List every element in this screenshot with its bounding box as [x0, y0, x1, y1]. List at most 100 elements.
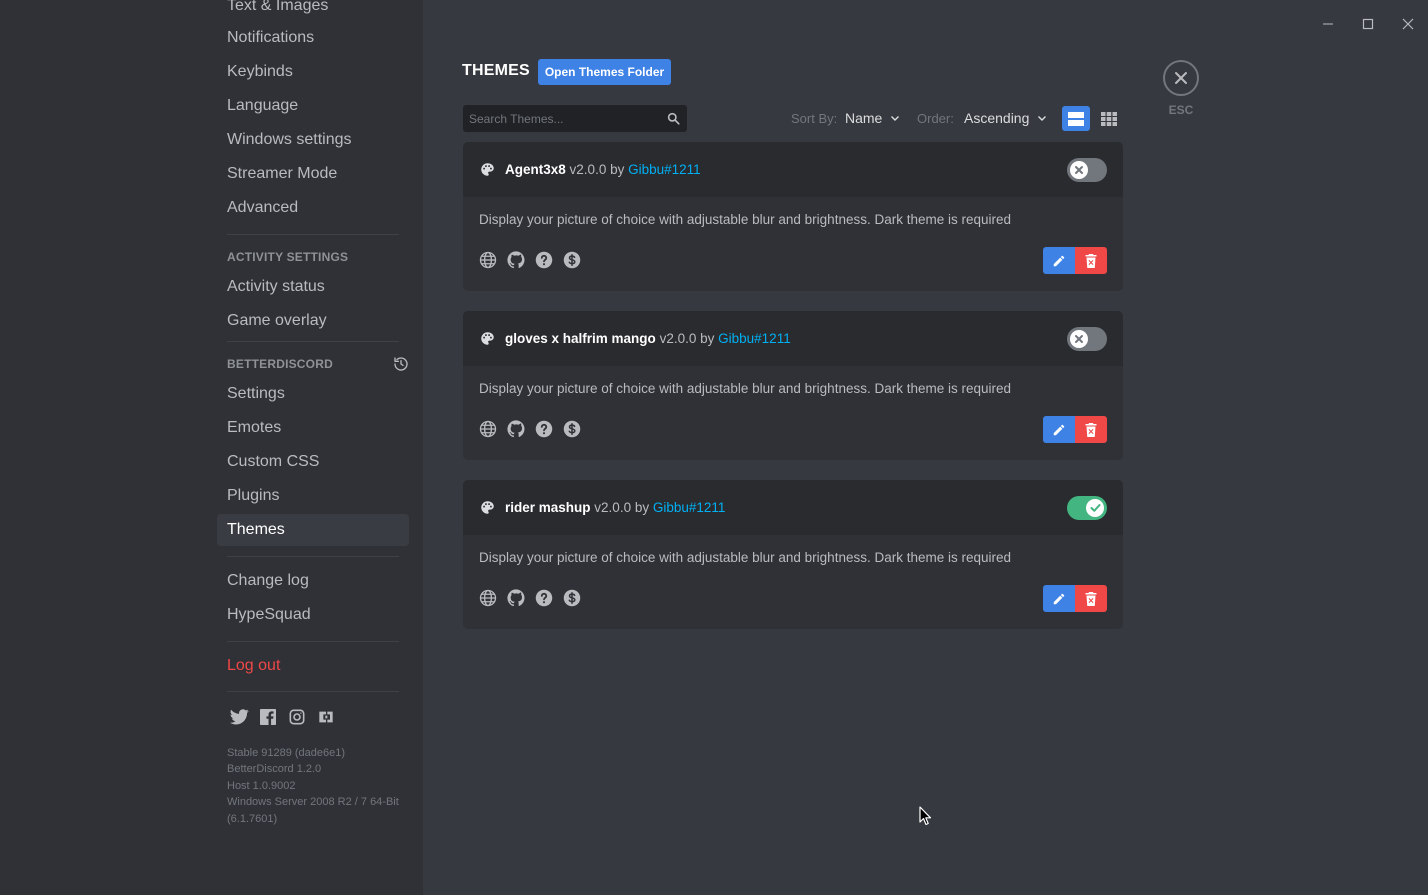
theme-card-header: rider mashup v2.0.0 by Gibbu#1211 [463, 480, 1123, 535]
sidebar-item-advanced[interactable]: Advanced [217, 192, 409, 224]
pencil-icon [1053, 424, 1065, 435]
palette-icon [481, 332, 494, 345]
sidebar-divider [227, 234, 399, 235]
trash-icon [1085, 591, 1097, 606]
trash-icon [1085, 253, 1097, 268]
pencil-icon [1053, 255, 1065, 266]
order-select[interactable]: Ascending [964, 108, 1047, 128]
sort-by-select[interactable]: Name [845, 108, 900, 128]
social-links [229, 707, 336, 727]
sidebar-item-hypesquad[interactable]: HypeSquad [217, 599, 409, 631]
delete-theme-button[interactable] [1075, 247, 1107, 274]
open-themes-folder-button[interactable]: Open Themes Folder [538, 59, 671, 85]
donate-icon[interactable] [563, 251, 581, 269]
github-icon[interactable] [507, 251, 525, 269]
website-icon[interactable] [479, 589, 497, 607]
theme-enable-toggle[interactable] [1067, 496, 1107, 520]
donate-icon[interactable] [563, 420, 581, 438]
theme-enable-toggle[interactable] [1067, 327, 1107, 351]
theme-author-link[interactable]: Gibbu#1211 [628, 162, 701, 177]
theme-name: gloves x halfrim mango [505, 331, 656, 346]
theme-title: rider mashup v2.0.0 by Gibbu#1211 [505, 500, 725, 515]
theme-card-header: Agent3x8 v2.0.0 by Gibbu#1211 [463, 142, 1123, 197]
history-icon[interactable] [393, 356, 409, 372]
sidebar-item-language[interactable]: Language [217, 90, 409, 122]
sidebar-divider [227, 556, 399, 557]
sidebar-item-change-log[interactable]: Change log [217, 565, 409, 597]
help-icon[interactable] [535, 420, 553, 438]
activity-settings-header: ACTIVITY SETTINGS [227, 250, 349, 264]
theme-author-link[interactable]: Gibbu#1211 [653, 500, 726, 515]
sidebar-item-game-overlay[interactable]: Game overlay [217, 305, 409, 337]
theme-name: rider mashup [505, 500, 591, 515]
theme-name: Agent3x8 [505, 162, 566, 177]
theme-author-link[interactable]: Gibbu#1211 [718, 331, 791, 346]
grid-view-icon [1101, 111, 1117, 126]
close-icon [1175, 72, 1187, 84]
close-settings-button[interactable] [1163, 60, 1199, 96]
version-line: Stable 91289 (dade6e1) [227, 747, 346, 759]
facebook-icon[interactable] [258, 707, 278, 727]
version-line: BetterDiscord 1.2.0 [227, 763, 322, 776]
version-line: Host 1.0.9002 [227, 779, 296, 792]
search-input[interactable] [463, 105, 663, 132]
theme-links [479, 420, 581, 438]
logout-button[interactable]: Log out [217, 650, 409, 682]
trash-icon [1085, 422, 1097, 437]
help-icon[interactable] [535, 251, 553, 269]
theme-version: v2.0.0 [594, 500, 632, 515]
website-icon[interactable] [479, 420, 497, 438]
github-icon[interactable] [507, 420, 525, 438]
chevron-down-icon [1038, 116, 1047, 121]
theme-links [479, 589, 581, 607]
order-value: Ascending [964, 110, 1030, 126]
theme-description: Display your picture of choice with adju… [479, 550, 1012, 565]
order-label: Order: [917, 111, 954, 126]
sidebar-item-themes[interactable]: Themes [217, 514, 409, 546]
edit-theme-button[interactable] [1043, 585, 1075, 612]
website-icon[interactable] [479, 251, 497, 269]
theme-actions [1043, 247, 1107, 274]
list-view-button[interactable] [1062, 106, 1090, 131]
delete-theme-button[interactable] [1075, 585, 1107, 612]
discord-merch-icon[interactable] [316, 707, 336, 727]
sidebar-item-text-images[interactable]: Text & Images [217, 0, 409, 22]
page-title: THEMES [462, 62, 530, 79]
sidebar-item-custom-css[interactable]: Custom CSS [217, 446, 409, 478]
delete-theme-button[interactable] [1075, 416, 1107, 443]
sidebar-item-windows-settings[interactable]: Windows settings [217, 124, 409, 156]
twitter-icon[interactable] [229, 707, 249, 727]
sidebar-item-keybinds[interactable]: Keybinds [217, 56, 409, 88]
help-icon[interactable] [535, 589, 553, 607]
instagram-icon[interactable] [287, 707, 307, 727]
theme-title: Agent3x8 v2.0.0 by Gibbu#1211 [505, 162, 701, 177]
theme-version: v2.0.0 [569, 162, 607, 177]
grid-view-button[interactable] [1095, 106, 1123, 131]
edit-theme-button[interactable] [1043, 416, 1075, 443]
sidebar-item-streamer-mode[interactable]: Streamer Mode [217, 158, 409, 190]
theme-description: Display your picture of choice with adju… [479, 212, 1012, 227]
window-close-icon[interactable] [1398, 14, 1418, 34]
theme-card: Agent3x8 v2.0.0 by Gibbu#1211 Display yo… [463, 142, 1123, 291]
edit-theme-button[interactable] [1043, 247, 1075, 274]
maximize-icon[interactable] [1358, 14, 1378, 34]
github-icon[interactable] [507, 589, 525, 607]
sidebar-item-bd-settings[interactable]: Settings [217, 378, 409, 410]
sidebar-item-activity-status[interactable]: Activity status [217, 271, 409, 303]
sidebar-item-notifications[interactable]: Notifications [217, 22, 409, 54]
theme-by: by [610, 162, 625, 177]
donate-icon[interactable] [563, 589, 581, 607]
theme-card: gloves x halfrim mango v2.0.0 by Gibbu#1… [463, 311, 1123, 460]
sort-by-label: Sort By: [791, 111, 838, 126]
sidebar-item-plugins[interactable]: Plugins [217, 480, 409, 512]
chevron-down-icon [891, 116, 900, 121]
minimize-icon[interactable] [1318, 14, 1338, 34]
settings-sidebar: Text & Images Notifications Keybinds Lan… [0, 0, 423, 895]
check-icon [1090, 504, 1100, 512]
theme-enable-toggle[interactable] [1067, 158, 1107, 182]
palette-icon [481, 501, 494, 514]
search-icon[interactable] [667, 112, 680, 125]
betterdiscord-header: BETTERDISCORD [227, 357, 333, 371]
x-icon [1075, 166, 1083, 174]
sidebar-item-emotes[interactable]: Emotes [217, 412, 409, 444]
